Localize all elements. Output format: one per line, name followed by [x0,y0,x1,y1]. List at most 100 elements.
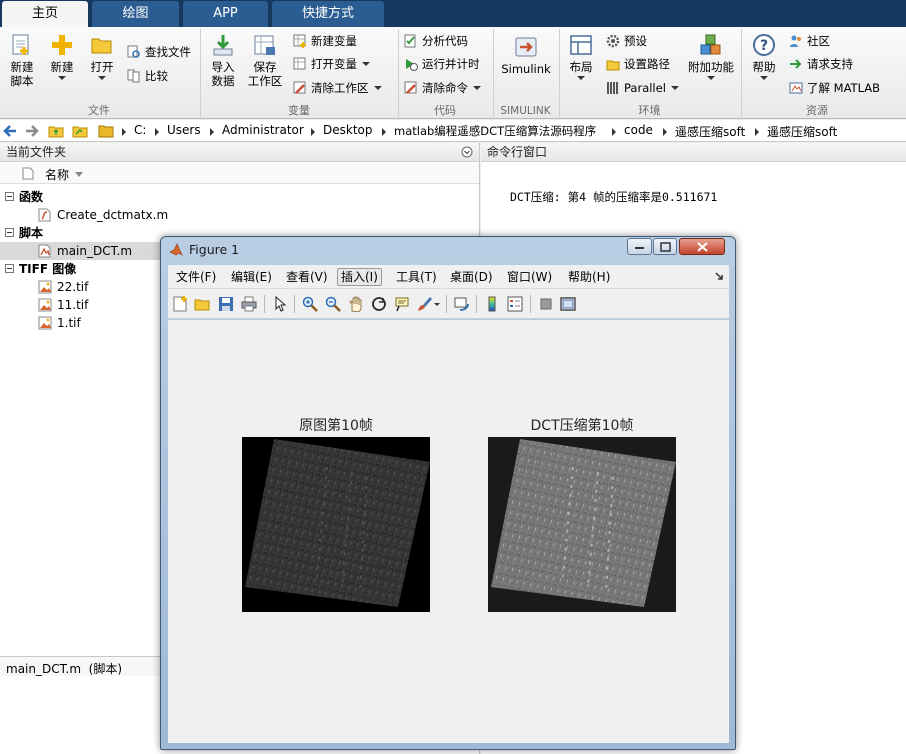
open-variable-button[interactable]: 打开变量 [293,54,370,74]
brush-icon[interactable] [417,296,433,312]
menu-view[interactable]: 查看(V) [283,269,331,287]
close-button[interactable] [679,238,725,255]
save-icon[interactable] [218,296,234,312]
request-support-button[interactable]: 请求支持 [789,54,853,74]
minimize-button[interactable] [627,238,652,255]
data-cursor-icon[interactable] [394,296,410,312]
print-icon[interactable] [241,296,257,312]
menu-insert[interactable]: 插入(I) [337,268,382,286]
parallel-icon [607,82,618,94]
sort-arrow-icon[interactable] [75,172,83,177]
import-data-button[interactable]: 导入 数据 [205,33,241,88]
figure-canvas[interactable]: 原图第10帧 DCT压缩第10帧 [168,320,729,743]
group-label: 脚本 [19,226,44,240]
save-workspace-icon [254,35,275,55]
breadcrumb-item[interactable]: matlab编程遥感DCT压缩算法源码程序 [394,123,596,139]
tree-group-functions[interactable]: 函数 [0,188,479,206]
simulink-button[interactable]: Simulink [500,35,552,76]
tab-home[interactable]: 主页 [2,1,88,27]
compare-button[interactable]: 比较 [127,66,168,86]
pointer-arrow-icon[interactable] [272,296,288,312]
breadcrumb-separator-icon [210,128,214,136]
new-plus-icon [52,35,72,55]
minimize-icon [635,247,644,249]
toolbar-separator [264,295,265,313]
legend-icon[interactable] [507,296,523,312]
toolbar-separator [446,295,447,313]
menu-window[interactable]: 窗口(W) [504,269,555,287]
breadcrumb-item[interactable]: 遥感压缩soft [767,123,837,140]
menu-desktop[interactable]: 桌面(D) [447,269,496,287]
zoom-out-icon[interactable] [325,296,341,312]
open-button[interactable]: 打开 [84,33,120,80]
pan-hand-icon[interactable] [348,296,364,312]
open-file-icon[interactable] [194,296,210,312]
learn-matlab-icon [789,82,803,94]
breadcrumb-item[interactable]: 遥感压缩soft [675,123,745,140]
browse-folder-icon[interactable] [72,123,88,139]
show-plot-tools-icon[interactable] [560,296,576,312]
hide-plot-tools-icon[interactable] [538,296,554,312]
menu-file[interactable]: 文件(F) [173,269,219,287]
help-question-icon: ? [753,34,775,56]
forward-arrow-icon[interactable] [24,123,40,139]
clear-workspace-button[interactable]: 清除工作区 [293,78,382,98]
menu-tools[interactable]: 工具(T) [393,269,440,287]
close-icon [697,242,708,252]
save-workspace-button[interactable]: 保存 工作区 [245,33,285,88]
new-figure-icon[interactable] [172,296,188,312]
menu-edit[interactable]: 编辑(E) [228,269,275,287]
parallel-button[interactable]: Parallel [606,78,679,98]
tab-shortcuts[interactable]: 快捷方式 [272,1,384,27]
clear-workspace-label: 清除工作区 [311,81,369,95]
image-axes-dct[interactable] [488,437,676,612]
figure-window[interactable]: Figure 1 文件(F) 编辑(E) 查看(V) 插入(I) 工具(T) 桌… [160,236,736,750]
folder-icon [98,125,114,138]
new-button[interactable]: 新建 [44,33,80,80]
new-script-button[interactable]: 新建 脚本 [4,33,40,88]
set-path-button[interactable]: 设置路径 [606,54,670,74]
menu-help[interactable]: 帮助(H) [565,269,613,287]
help-button[interactable]: ? 帮助 [748,33,780,80]
group-label-simulink: SIMULINK [500,105,551,117]
name-column-header[interactable]: 名称 [45,166,69,183]
command-window-title: 命令行窗口 [481,143,906,162]
new-variable-button[interactable]: 新建变量 [293,31,357,51]
analyze-code-button[interactable]: 分析代码 [404,31,468,51]
run-and-time-button[interactable]: 运行并计时 [404,54,480,74]
file-name: 22.tif [57,280,89,294]
find-files-icon [127,45,140,58]
image-axes-original[interactable] [242,437,430,612]
tab-plots[interactable]: 绘图 [92,1,179,27]
clear-commands-button[interactable]: 清除命令 [404,78,481,98]
breadcrumb-item[interactable]: code [624,123,653,137]
rotate-3d-icon[interactable] [371,296,387,312]
collapse-icon[interactable] [5,192,14,201]
breadcrumb-item[interactable]: C: [134,123,146,137]
analyze-code-label: 分析代码 [422,34,468,48]
up-folder-icon[interactable] [48,123,64,139]
tab-apps[interactable]: APP [183,1,268,27]
preferences-button[interactable]: 预设 [606,31,647,51]
zoom-in-icon[interactable] [302,296,318,312]
breadcrumb-item[interactable]: Administrator [222,123,304,137]
colorbar-icon[interactable] [484,296,500,312]
collapse-icon[interactable] [5,264,14,273]
link-plot-icon[interactable] [454,296,470,312]
layout-button[interactable]: 布局 [564,33,598,80]
find-files-button[interactable]: 查找文件 [127,42,191,62]
addons-button[interactable]: 附加功能 [686,33,736,80]
breadcrumb-item[interactable]: Desktop [323,123,373,137]
dock-arrow-icon[interactable] [715,272,724,281]
community-button[interactable]: 社区 [789,31,830,51]
learn-matlab-button[interactable]: 了解 MATLAB [789,78,880,98]
group-label-resources: 资源 [806,104,828,117]
brush-dropdown-icon[interactable] [434,303,440,306]
list-item[interactable]: Create_dctmatx.m [0,206,479,224]
back-arrow-icon[interactable] [2,123,18,139]
breadcrumb-item[interactable]: Users [167,123,201,137]
maximize-button[interactable] [653,238,677,255]
figure-titlebar[interactable]: Figure 1 [161,237,735,263]
collapse-icon[interactable] [5,228,14,237]
panel-actions-icon[interactable] [461,146,473,158]
